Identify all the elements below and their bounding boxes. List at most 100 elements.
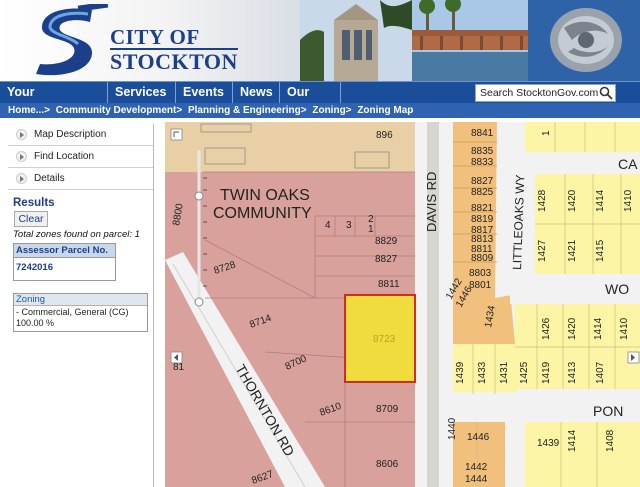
apn-value[interactable]: 7242016 — [14, 258, 115, 280]
selected-parcel-number: 8723 — [373, 334, 396, 345]
city-logo[interactable]: CITY OF STOCKTON — [0, 0, 300, 81]
map-full-extent-button — [170, 128, 183, 141]
svg-text:1425: 1425 — [519, 361, 530, 384]
davis-rd-label: DAVIS RD — [424, 172, 439, 232]
waterfront-graphic — [412, 0, 528, 81]
parcel-number: 896 — [376, 130, 393, 141]
section-label: Details — [34, 173, 65, 184]
svg-text:1420: 1420 — [567, 189, 578, 212]
community-label: COMMUNITY — [213, 205, 312, 222]
city-hall-photo — [300, 0, 412, 81]
results-heading: Results — [13, 197, 55, 209]
parcel-number: 8833 — [471, 157, 494, 168]
svg-text:1421: 1421 — [567, 239, 578, 262]
zoning-box: Zoning - Commercial, General (CG) 100.00… — [13, 293, 148, 332]
parcel-number: 8829 — [375, 236, 398, 247]
svg-text:1446: 1446 — [467, 432, 490, 443]
svg-text:1439: 1439 — [455, 361, 466, 384]
breadcrumb-planning-engineering[interactable]: Planning & Engineering> — [188, 105, 307, 116]
parcel-number: 8841 — [471, 128, 494, 139]
header-banner: CITY OF STOCKTON — [0, 0, 640, 81]
parcel-number: 1 — [368, 224, 374, 235]
parcel-number: 8709 — [376, 404, 399, 415]
breadcrumb: Home...> Community Development> Planning… — [0, 103, 640, 118]
svg-text:1428: 1428 — [537, 189, 548, 212]
section-find-location[interactable]: Find Location — [8, 146, 153, 168]
section-map-description[interactable]: Map Description — [8, 124, 153, 146]
svg-text:1414: 1414 — [567, 429, 578, 452]
parcel-number: 8825 — [471, 187, 494, 198]
expand-arrow-icon — [16, 173, 27, 184]
tower-graphic — [300, 0, 412, 81]
breadcrumb-zoning[interactable]: Zoning> — [312, 105, 351, 116]
parcel-number: 3 — [346, 220, 352, 231]
breadcrumb-zoning-map: Zoning Map — [357, 105, 414, 116]
parcel-number: 8606 — [376, 459, 399, 470]
logo-text: CITY OF STOCKTON — [110, 26, 238, 73]
stockton-s-logo-icon — [36, 4, 109, 76]
nav-news[interactable]: News — [233, 82, 280, 103]
parcel-number: 8827 — [471, 176, 494, 187]
twin-oaks-label: TWIN OAKS — [220, 187, 310, 204]
breadcrumb-community-development[interactable]: Community Development> — [56, 105, 182, 116]
svg-text:1426: 1426 — [541, 317, 552, 340]
parcel-number: 81 — [173, 362, 185, 373]
parcel-number: 4 — [325, 220, 331, 231]
svg-text:1419: 1419 — [541, 361, 552, 384]
parcel-number: 8835 — [471, 146, 494, 157]
nav-our-city[interactable]: Our City — [280, 82, 341, 119]
parcel-number: 8827 — [375, 254, 398, 265]
street-pon-label: PON — [593, 403, 623, 419]
parcel-number: 8819 — [471, 214, 494, 225]
nav-your-government[interactable]: Your Government — [0, 82, 108, 119]
svg-text:1: 1 — [541, 130, 552, 136]
street-ca-label: CA — [618, 156, 638, 172]
svg-text:1420: 1420 — [567, 317, 578, 340]
nav-services[interactable]: Services — [108, 82, 176, 103]
svg-text:1431: 1431 — [499, 361, 510, 384]
sculpture-graphic — [528, 0, 640, 81]
apn-header: Assessor Parcel No. — [14, 244, 115, 258]
zoning-type: - Commercial, General (CG) — [16, 307, 129, 317]
search-input[interactable]: Search StocktonGov.com — [475, 84, 616, 102]
main-nav: Your Government Services Events News Our… — [0, 81, 640, 119]
section-label: Map Description — [34, 129, 107, 140]
svg-text:1407: 1407 — [595, 361, 606, 384]
logo-line-1: CITY OF — [110, 25, 200, 49]
zoning-header: Zoning — [14, 294, 147, 306]
svg-text:1415: 1415 — [595, 239, 606, 262]
svg-text:1427: 1427 — [537, 239, 548, 262]
logo-line-2: STOCKTON — [110, 48, 238, 74]
section-label: Find Location — [34, 151, 95, 162]
section-details[interactable]: Details — [8, 168, 153, 190]
parcel-number: 8803 — [469, 268, 492, 279]
page: CITY OF STOCKTON Your Services Events Ne… — [0, 0, 640, 487]
parcel-number: 8821 — [471, 203, 494, 214]
zoning-map[interactable]: TWIN OAKS COMMUNITY DAVIS RD THORNTON RD… — [165, 122, 640, 487]
sculpture-photo — [528, 0, 640, 81]
expand-arrow-icon — [16, 129, 27, 140]
svg-text:1440: 1440 — [447, 417, 458, 440]
svg-text:1408: 1408 — [605, 429, 616, 452]
search-icon[interactable] — [599, 86, 613, 100]
svg-text:1439: 1439 — [537, 438, 560, 449]
breadcrumb-home[interactable]: Home...> — [8, 105, 50, 116]
map-canvas[interactable]: TWIN OAKS COMMUNITY DAVIS RD THORNTON RD… — [165, 122, 640, 487]
svg-text:1410: 1410 — [623, 189, 634, 212]
svg-text:1413: 1413 — [567, 361, 578, 384]
svg-text:1410: 1410 — [619, 317, 630, 340]
parcel-number: 8811 — [378, 279, 400, 290]
waterfront-photo — [412, 0, 528, 81]
clear-button[interactable]: Clear — [14, 211, 48, 227]
parcel-number: 8809 — [471, 253, 494, 264]
nav-events[interactable]: Events — [176, 82, 233, 103]
svg-text:1442: 1442 — [465, 462, 488, 473]
street-wo-label: WO — [605, 281, 629, 297]
sidebar-panel: Map Description Find Location Details Re… — [8, 124, 154, 487]
zoom-slider-handle — [194, 191, 204, 201]
assessor-parcel-box: Assessor Parcel No. 7242016 — [13, 243, 116, 281]
total-zones-text: Total zones found on parcel: 1 — [13, 229, 140, 240]
svg-text:1414: 1414 — [595, 189, 606, 212]
zoning-percent: 100.00 % — [16, 318, 55, 328]
svg-text:1433: 1433 — [477, 361, 488, 384]
